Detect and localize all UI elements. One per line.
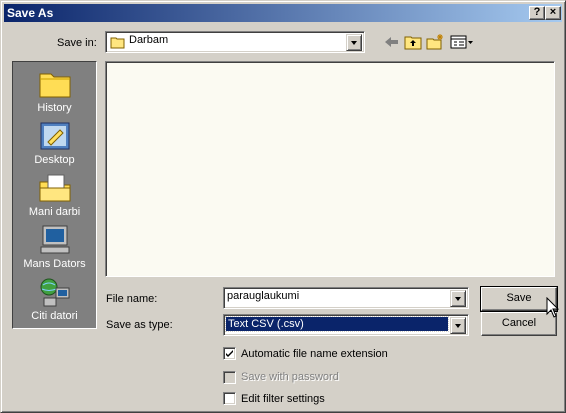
chevron-down-icon[interactable] xyxy=(450,290,466,307)
window-title: Save As xyxy=(7,6,54,20)
place-network-label: Citi datori xyxy=(31,310,78,322)
place-my-documents[interactable]: Mani darbi xyxy=(13,170,96,222)
history-folder-icon xyxy=(39,73,71,98)
place-network[interactable]: Citi datori xyxy=(13,274,96,326)
places-bar: History Desktop Mani darbi Mans Dators C… xyxy=(12,61,97,329)
save-in-value: Darbam xyxy=(129,34,169,46)
edit-filter-checkbox[interactable] xyxy=(223,392,236,405)
save-as-type-value: Text CSV (.csv) xyxy=(225,316,449,332)
documents-folder-icon xyxy=(39,174,71,202)
help-button[interactable]: ? xyxy=(529,6,545,20)
file-name-value: parauglaukumi xyxy=(227,290,300,302)
mouse-cursor-icon xyxy=(546,297,560,318)
title-bar[interactable]: Save As ? × xyxy=(4,4,562,22)
desktop-icon xyxy=(40,122,70,150)
place-my-computer[interactable]: Mans Dators xyxy=(13,222,96,274)
place-desktop-label: Desktop xyxy=(34,154,75,166)
computer-icon xyxy=(40,225,70,254)
up-one-level-icon[interactable] xyxy=(403,33,423,51)
place-my-computer-label: Mans Dators xyxy=(23,258,86,270)
save-in-combo[interactable]: Darbam xyxy=(105,31,365,53)
save-in-label: Save in: xyxy=(57,37,97,49)
network-icon xyxy=(40,278,70,307)
file-name-input[interactable]: parauglaukumi xyxy=(223,287,469,309)
file-list[interactable] xyxy=(105,61,555,277)
chevron-down-icon[interactable] xyxy=(450,317,466,334)
view-menu-icon[interactable] xyxy=(449,33,475,51)
chevron-down-icon[interactable] xyxy=(346,34,362,51)
place-my-documents-label: Mani darbi xyxy=(28,206,81,218)
folder-icon xyxy=(110,37,125,49)
file-name-label: File name: xyxy=(106,293,158,305)
save-as-type-select[interactable]: Text CSV (.csv) xyxy=(223,314,469,336)
close-button[interactable]: × xyxy=(545,6,561,20)
back-icon[interactable] xyxy=(381,33,401,51)
edit-filter-label: Edit filter settings xyxy=(241,393,325,405)
auto-extension-label: Automatic file name extension xyxy=(241,348,388,360)
save-password-checkbox xyxy=(223,371,236,384)
save-as-type-label: Save as type: xyxy=(106,319,173,331)
save-password-label: Save with password xyxy=(241,371,339,383)
place-history-label: History xyxy=(37,102,72,114)
new-folder-icon[interactable] xyxy=(425,33,445,51)
place-history[interactable]: History xyxy=(13,66,96,118)
save-as-dialog: Save As ? × Save in: Darbam History Desk… xyxy=(0,0,566,413)
checkmark-icon xyxy=(226,350,233,357)
place-desktop[interactable]: Desktop xyxy=(13,118,96,170)
auto-extension-checkbox[interactable] xyxy=(223,347,236,360)
